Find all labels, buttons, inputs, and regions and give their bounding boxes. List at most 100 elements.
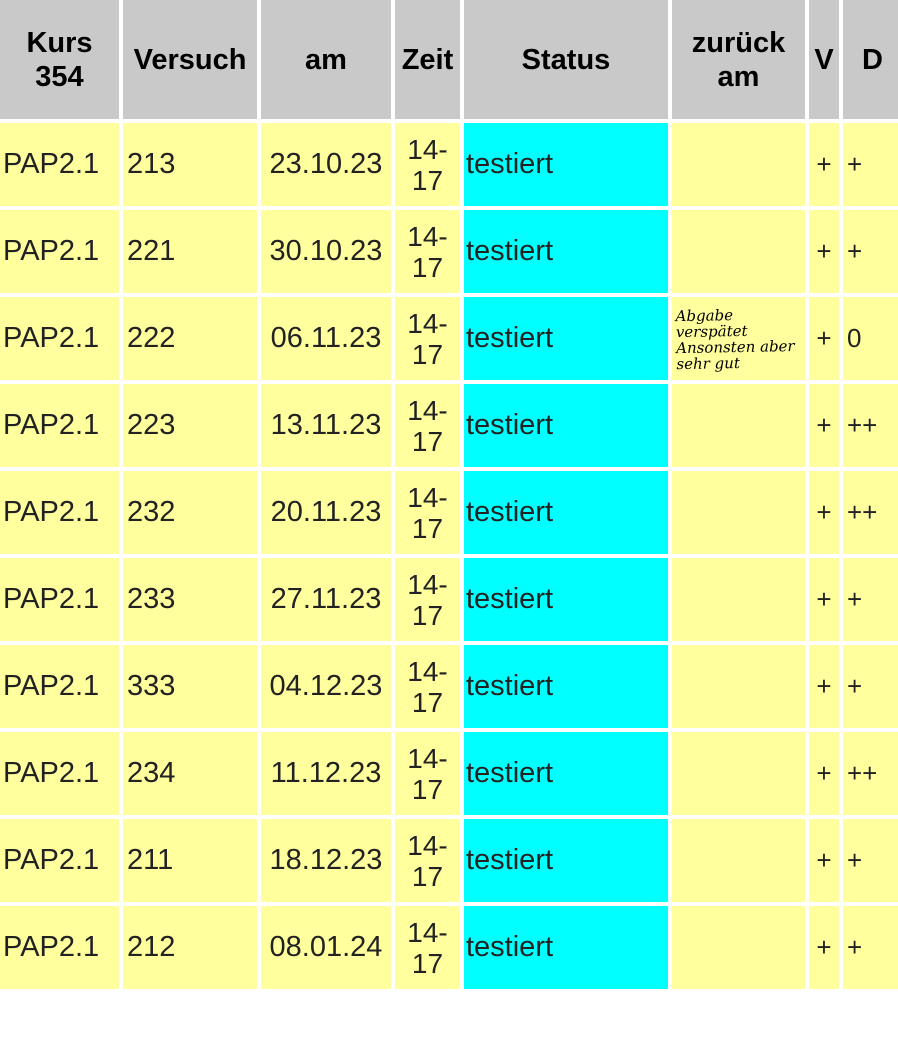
cell-status: testiert	[464, 732, 668, 815]
cell-am: 20.11.23	[261, 471, 391, 554]
cell-status: testiert	[464, 645, 668, 728]
cell-zeit: 14- 17	[395, 906, 460, 989]
table-row: PAP2.1 233 27.11.23 14- 17 testiert + +	[0, 558, 898, 641]
cell-v: +	[809, 732, 839, 815]
table-row: PAP2.1 213 23.10.23 14- 17 testiert + +	[0, 123, 898, 206]
zeit-end: 17	[411, 338, 444, 370]
zeit-end: 17	[411, 599, 444, 631]
table-row: PAP2.1 221 30.10.23 14- 17 testiert + +	[0, 210, 898, 293]
table-row: PAP2.1 222 06.11.23 14- 17 testiert Abgabe ver…	[0, 297, 898, 380]
zeit-start: 14-	[407, 829, 448, 861]
cell-status: testiert	[464, 123, 668, 206]
cell-versuch: 213	[123, 123, 257, 206]
cell-v: +	[809, 297, 839, 380]
header-am: am	[261, 0, 391, 119]
header-zurueck: zurück am	[672, 0, 805, 119]
cell-am: 13.11.23	[261, 384, 391, 467]
cell-zurueck	[672, 471, 805, 554]
table-row: PAP2.1 211 18.12.23 14- 17 testiert + +	[0, 819, 898, 902]
cell-am: 30.10.23	[261, 210, 391, 293]
header-zurueck-line1: zurück	[691, 26, 786, 59]
cell-status: testiert	[464, 471, 668, 554]
cell-v: +	[809, 558, 839, 641]
cell-d: 0	[843, 297, 898, 380]
header-kurs-line2: 354	[35, 60, 84, 93]
cell-versuch: 211	[123, 819, 257, 902]
cell-versuch: 221	[123, 210, 257, 293]
zeit-end: 17	[411, 425, 444, 457]
cell-am: 27.11.23	[261, 558, 391, 641]
handwritten-note: Abgabe verspätet Ansonsten aber sehr gut	[675, 305, 805, 373]
cell-zurueck	[672, 210, 805, 293]
course-results-table: Kurs 354 Versuch am Zeit Status zurück a…	[0, 0, 898, 993]
zeit-start: 14-	[407, 742, 448, 774]
cell-zeit: 14- 17	[395, 123, 460, 206]
cell-kurs: PAP2.1	[0, 819, 119, 902]
cell-zeit: 14- 17	[395, 384, 460, 467]
cell-kurs: PAP2.1	[0, 210, 119, 293]
cell-zurueck	[672, 123, 805, 206]
cell-d: ++	[843, 732, 898, 815]
cell-kurs: PAP2.1	[0, 558, 119, 641]
cell-kurs: PAP2.1	[0, 297, 119, 380]
cell-zeit: 14- 17	[395, 297, 460, 380]
cell-kurs: PAP2.1	[0, 384, 119, 467]
zeit-start: 14-	[407, 307, 448, 339]
zeit-start: 14-	[407, 916, 448, 948]
cell-am: 18.12.23	[261, 819, 391, 902]
cell-d: +	[843, 210, 898, 293]
cell-status: testiert	[464, 558, 668, 641]
cell-v: +	[809, 645, 839, 728]
header-zeit: Zeit	[395, 0, 460, 119]
cell-zurueck	[672, 558, 805, 641]
header-row: Kurs 354 Versuch am Zeit Status zurück a…	[0, 0, 898, 119]
cell-zeit: 14- 17	[395, 645, 460, 728]
zeit-end: 17	[411, 251, 444, 283]
cell-status: testiert	[464, 210, 668, 293]
cell-kurs: PAP2.1	[0, 906, 119, 989]
header-d: D	[843, 0, 898, 119]
zeit-start: 14-	[407, 481, 448, 513]
table-row: PAP2.1 234 11.12.23 14- 17 testiert + ++	[0, 732, 898, 815]
cell-kurs: PAP2.1	[0, 645, 119, 728]
cell-zurueck	[672, 645, 805, 728]
cell-versuch: 233	[123, 558, 257, 641]
header-versuch: Versuch	[123, 0, 257, 119]
cell-zurueck	[672, 732, 805, 815]
cell-status: testiert	[464, 297, 668, 380]
cell-am: 08.01.24	[261, 906, 391, 989]
table-body: PAP2.1 213 23.10.23 14- 17 testiert + + PAP2.1 22…	[0, 123, 898, 989]
handwritten-note-line3: sehr gut	[676, 353, 741, 373]
zeit-end: 17	[411, 947, 444, 979]
cell-versuch: 223	[123, 384, 257, 467]
table-row: PAP2.1 223 13.11.23 14- 17 testiert + ++	[0, 384, 898, 467]
cell-d: ++	[843, 471, 898, 554]
cell-d: +	[843, 645, 898, 728]
zeit-start: 14-	[407, 655, 448, 687]
header-kurs: Kurs 354	[0, 0, 119, 119]
zeit-start: 14-	[407, 568, 448, 600]
cell-d: ++	[843, 384, 898, 467]
cell-zeit: 14- 17	[395, 471, 460, 554]
header-zurueck-line2: am	[717, 60, 760, 93]
zeit-start: 14-	[407, 133, 448, 165]
zeit-end: 17	[411, 773, 444, 805]
zeit-end: 17	[411, 164, 444, 196]
cell-zurueck	[672, 906, 805, 989]
header-status: Status	[464, 0, 668, 119]
zeit-end: 17	[411, 686, 444, 718]
cell-zeit: 14- 17	[395, 558, 460, 641]
cell-versuch: 234	[123, 732, 257, 815]
cell-zeit: 14- 17	[395, 210, 460, 293]
cell-versuch: 222	[123, 297, 257, 380]
zeit-start: 14-	[407, 220, 448, 252]
handwritten-note-line2: Ansonsten aber	[675, 336, 795, 357]
handwritten-note-line1: Abgabe verspätet	[675, 305, 748, 341]
cell-am: 06.11.23	[261, 297, 391, 380]
cell-kurs: PAP2.1	[0, 471, 119, 554]
cell-v: +	[809, 471, 839, 554]
cell-am: 04.12.23	[261, 645, 391, 728]
cell-kurs: PAP2.1	[0, 732, 119, 815]
cell-v: +	[809, 384, 839, 467]
cell-versuch: 212	[123, 906, 257, 989]
